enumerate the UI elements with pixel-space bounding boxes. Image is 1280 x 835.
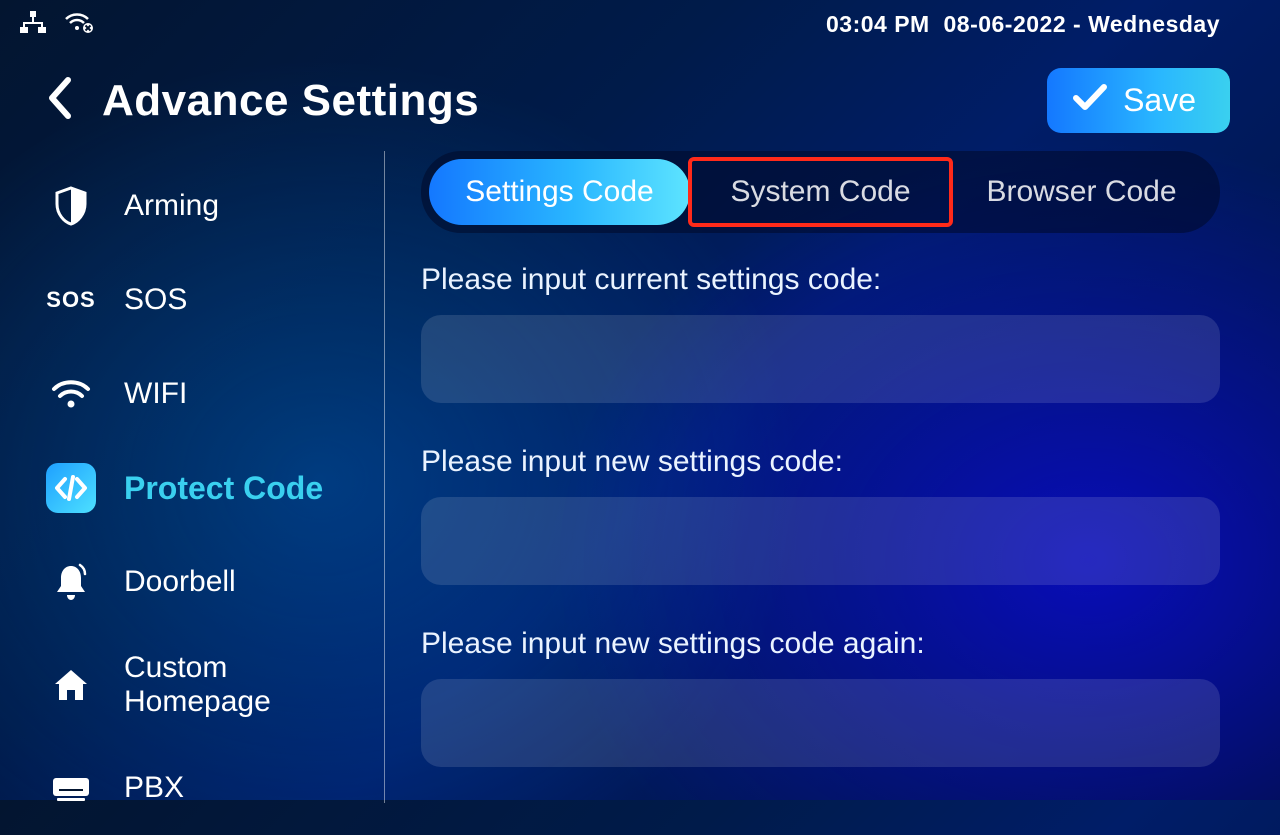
sidebar-item-arming[interactable]: Arming bbox=[40, 159, 378, 253]
status-datetime: 03:04 PM 08-06-2022 - Wednesday bbox=[826, 11, 1220, 38]
wifi-off-icon bbox=[64, 11, 94, 38]
sos-icon: SOS bbox=[46, 275, 96, 325]
home-icon bbox=[46, 660, 96, 710]
sidebar-item-protect-code[interactable]: Protect Code bbox=[40, 441, 378, 535]
sidebar-item-wifi[interactable]: WIFI bbox=[40, 347, 378, 441]
page-title: Advance Settings bbox=[102, 76, 479, 126]
check-icon bbox=[1073, 82, 1107, 119]
sidebar-item-label: Doorbell bbox=[124, 565, 236, 599]
current-code-input[interactable] bbox=[421, 315, 1220, 403]
new-code-label: Please input new settings code: bbox=[421, 445, 1220, 479]
sidebar-item-pbx[interactable]: PBX bbox=[40, 741, 378, 835]
sidebar-item-label: WIFI bbox=[124, 377, 187, 411]
code-tabs: Settings Code System Code Browser Code bbox=[421, 151, 1220, 233]
sidebar-item-doorbell[interactable]: Doorbell bbox=[40, 535, 378, 629]
sidebar-item-sos[interactable]: SOS SOS bbox=[40, 253, 378, 347]
back-icon[interactable] bbox=[46, 76, 74, 125]
save-button-label: Save bbox=[1123, 82, 1196, 119]
shield-icon bbox=[46, 181, 96, 231]
current-code-label: Please input current settings code: bbox=[421, 263, 1220, 297]
tab-browser-code[interactable]: Browser Code bbox=[951, 159, 1212, 225]
ethernet-icon bbox=[20, 11, 46, 38]
sidebar-item-label: Arming bbox=[124, 189, 219, 223]
tab-system-code[interactable]: System Code bbox=[690, 159, 951, 225]
status-bar: 03:04 PM 08-06-2022 - Wednesday bbox=[0, 0, 1280, 38]
confirm-code-input[interactable] bbox=[421, 679, 1220, 767]
status-icons bbox=[20, 11, 94, 38]
sidebar-item-label: Custom Homepage bbox=[124, 651, 378, 719]
sidebar: Arming SOS SOS WIFI bbox=[40, 151, 385, 803]
confirm-code-label: Please input new settings code again: bbox=[421, 627, 1220, 661]
bell-icon bbox=[46, 557, 96, 607]
main-content: Settings Code System Code Browser Code P… bbox=[385, 151, 1280, 803]
sidebar-item-label: SOS bbox=[124, 283, 187, 317]
sidebar-item-label: Protect Code bbox=[124, 470, 323, 507]
wifi-icon bbox=[46, 369, 96, 419]
code-icon bbox=[46, 463, 96, 513]
sidebar-item-custom-homepage[interactable]: Custom Homepage bbox=[40, 629, 378, 741]
new-code-input[interactable] bbox=[421, 497, 1220, 585]
save-button[interactable]: Save bbox=[1047, 68, 1230, 133]
page-header: Advance Settings Save bbox=[0, 38, 1280, 151]
tab-settings-code[interactable]: Settings Code bbox=[429, 159, 690, 225]
pbx-icon bbox=[46, 763, 96, 813]
